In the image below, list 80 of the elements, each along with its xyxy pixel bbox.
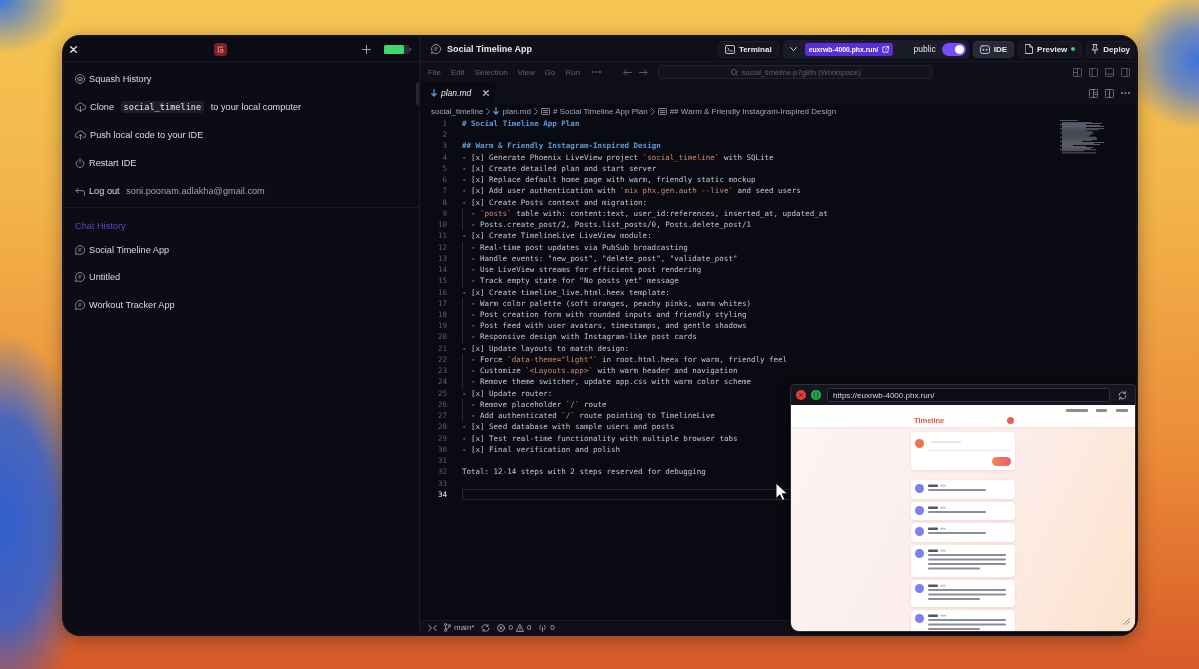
back-arrow-icon[interactable] <box>623 68 633 76</box>
warning-icon <box>515 623 524 632</box>
avatar-icon <box>915 583 924 593</box>
nav-links-drawing <box>1066 409 1128 412</box>
editor-tab[interactable]: plan.md <box>420 82 495 104</box>
avatar-icon <box>915 439 924 448</box>
visibility-label: public <box>913 44 936 54</box>
chat-history-item[interactable]: Workout Tracker App <box>64 291 419 319</box>
external-link-icon <box>881 45 889 53</box>
chevron-right-icon <box>650 107 655 115</box>
breadcrumb-item[interactable]: ## Warm & Friendly Instagram-Inspired Design <box>657 106 837 116</box>
branch-icon <box>444 623 451 632</box>
chat-bubble-icon <box>431 44 441 54</box>
resize-handle-icon[interactable] <box>1123 618 1130 625</box>
split-editor-icon[interactable] <box>1105 88 1114 98</box>
chevron-down-icon <box>789 47 797 51</box>
app-title: Social Timeline App <box>447 44 533 54</box>
search-icon <box>730 68 738 76</box>
preview-tab[interactable]: Preview <box>1018 40 1083 58</box>
return-arrow-icon <box>75 186 85 196</box>
ports-button[interactable]: 0 <box>538 623 555 632</box>
terminal-button[interactable]: Terminal <box>717 40 779 58</box>
chat-bubble-icon <box>75 299 85 310</box>
chevron-right-icon <box>533 107 538 115</box>
robot-icon <box>979 44 990 54</box>
menu-item[interactable]: Squash History <box>64 65 419 93</box>
antenna-icon <box>538 623 548 632</box>
deploy-button[interactable]: Deploy <box>1086 40 1135 58</box>
breadcrumb-item[interactable]: # Social Timeline App Plan <box>540 106 648 116</box>
problems-button[interactable]: 0 0 <box>497 623 532 632</box>
right-panel-icon[interactable] <box>1121 67 1130 77</box>
chat-bubble-icon <box>75 244 85 255</box>
avatar-icon <box>915 505 924 515</box>
sync-icon[interactable] <box>481 623 491 632</box>
menu-item[interactable]: Restart IDE <box>64 149 419 177</box>
app-logo-icon[interactable] <box>214 42 227 56</box>
plus-icon[interactable] <box>362 44 371 54</box>
terminal-icon <box>724 44 735 54</box>
ide-tab[interactable]: IDE <box>972 40 1015 58</box>
section-title: Chat History <box>74 220 127 233</box>
pin-icon <box>1091 44 1100 54</box>
branch-button[interactable]: main* <box>444 623 475 632</box>
error-icon <box>497 623 506 632</box>
arrow-down-icon <box>493 107 500 115</box>
menu-item[interactable]: Push local code to your IDE <box>64 121 419 149</box>
menu-item[interactable]: Log out soni.poonam.adlakha@gmail.com <box>64 177 419 205</box>
mouse-pointer-icon <box>775 482 788 501</box>
preview-side-icon[interactable] <box>1089 88 1098 98</box>
menu-item[interactable]: Clone social_timeline to your local computer <box>64 93 419 121</box>
visibility-toggle[interactable] <box>941 42 966 56</box>
chevron-right-icon <box>486 107 491 115</box>
layout-icon[interactable] <box>1073 67 1082 77</box>
cloud-upload-icon <box>75 130 86 140</box>
chat-history-item[interactable]: Social Timeline App <box>64 236 419 264</box>
avatar-icon <box>915 484 924 493</box>
power-icon <box>75 158 85 168</box>
left-panel-icon[interactable] <box>1089 67 1098 77</box>
layers-icon <box>75 74 85 84</box>
breadcrumb-item[interactable]: plan.md <box>493 106 531 116</box>
globe-icon[interactable] <box>811 390 821 400</box>
bottom-panel-icon[interactable] <box>1105 67 1114 77</box>
close-icon[interactable] <box>483 90 489 96</box>
cloud-download-icon <box>75 102 86 112</box>
breadcrumb-item[interactable]: social_timeline <box>431 106 484 116</box>
avatar-icon <box>915 548 924 558</box>
avatar-icon <box>915 614 924 623</box>
avatar-icon <box>915 527 924 536</box>
submit-button[interactable] <box>992 457 1011 466</box>
remote-icon[interactable] <box>428 623 437 632</box>
arrow-down-icon <box>431 89 437 97</box>
avatar-icon <box>1007 417 1014 424</box>
chat-history-item[interactable]: Untitled <box>64 263 419 291</box>
chat-bubble-icon <box>75 272 85 283</box>
url-field[interactable]: https://euxrwb-4000.phx.run/ <box>827 388 1110 402</box>
refresh-icon[interactable] <box>1118 390 1127 400</box>
document-icon <box>1025 44 1034 54</box>
symbol-icon <box>540 107 550 115</box>
battery-icon <box>384 44 411 54</box>
forward-arrow-icon[interactable] <box>639 68 649 76</box>
symbol-icon <box>657 107 667 115</box>
